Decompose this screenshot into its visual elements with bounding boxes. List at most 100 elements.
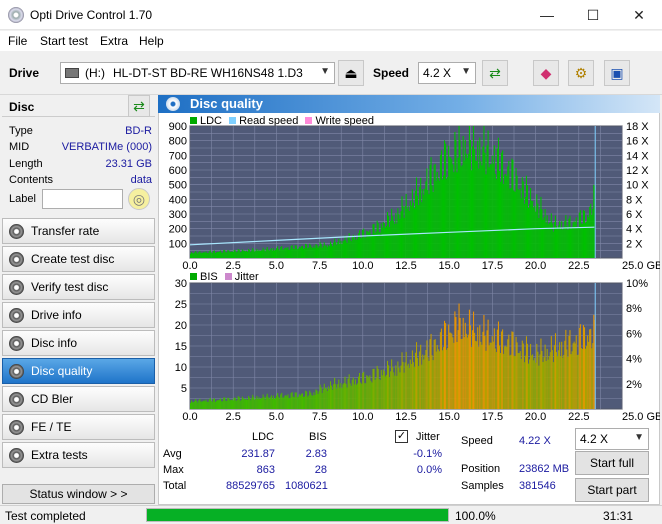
minimize-button[interactable]: —	[524, 0, 570, 30]
ldc-bar	[226, 252, 228, 258]
bis-bar	[580, 347, 582, 409]
bis-bar	[295, 392, 297, 409]
drive-select[interactable]: (H:) HL-DT-ST BD-RE WH16NS48 1.D3 ▼	[60, 62, 335, 84]
bis-bar	[435, 351, 437, 409]
bis-bar	[265, 396, 267, 409]
samples-value: 381546	[519, 480, 556, 492]
refresh-button[interactable]: ⇄	[482, 60, 508, 86]
ldc-bar	[334, 238, 336, 258]
ldc-bar	[414, 190, 417, 258]
bis-bar	[530, 343, 532, 409]
label-disc-button[interactable]: ◎	[128, 188, 150, 210]
bis-bar	[388, 365, 390, 409]
x-tick-label: 2.5	[226, 411, 241, 423]
ldc-bar	[450, 157, 452, 258]
bis-bar	[333, 384, 335, 409]
menu-start-test[interactable]: Start test	[40, 34, 88, 48]
ldc-bar	[474, 149, 476, 258]
ldc-bar	[191, 252, 193, 258]
bis-bar	[434, 339, 436, 409]
gear-icon: ⚙	[574, 64, 588, 81]
nav-disc-quality[interactable]: Disc quality	[2, 358, 155, 384]
ldc-bar	[429, 164, 431, 258]
ldc-bar	[253, 249, 255, 258]
nav-create-test-disc[interactable]: Create test disc	[2, 246, 155, 272]
close-button[interactable]: ✕	[616, 0, 662, 30]
ldc-bar	[483, 126, 485, 258]
status-window-button[interactable]: Status window > >	[2, 484, 155, 504]
bis-bar	[315, 389, 317, 409]
menu-help[interactable]: Help	[139, 34, 164, 48]
ldc-bar	[221, 252, 223, 258]
bis-bar	[416, 342, 418, 409]
speed-stat-label: Speed	[461, 435, 493, 447]
bis-bar	[486, 330, 488, 409]
ldc-bar	[293, 248, 295, 258]
ldc-bar	[456, 172, 458, 258]
maximize-button[interactable]: ☐	[570, 0, 616, 30]
disc-quality-header: Disc quality	[158, 95, 660, 113]
bis-bar	[436, 345, 438, 409]
menu-file[interactable]: File	[8, 34, 27, 48]
bis-bar	[285, 395, 287, 409]
bis-bar	[451, 333, 453, 409]
disc-icon	[9, 224, 24, 239]
bis-bar	[565, 329, 567, 409]
ldc-bar	[582, 209, 584, 258]
ldc-bar	[498, 170, 501, 258]
ldc-bar	[391, 208, 393, 258]
bis-bar	[520, 358, 522, 409]
menu-extra[interactable]: Extra	[100, 34, 128, 48]
ldc-bar	[445, 143, 447, 258]
nav-transfer-rate[interactable]: Transfer rate	[2, 218, 155, 244]
nav-disc-info[interactable]: Disc info	[2, 330, 155, 356]
ldc-bar	[294, 245, 296, 258]
position-label: Position	[461, 463, 501, 475]
test-speed-select[interactable]: 4.2 X ▼	[575, 428, 649, 450]
ldc-bar	[457, 157, 459, 258]
ldc-bar	[520, 198, 522, 258]
nav-verify-test-disc[interactable]: Verify test disc	[2, 274, 155, 300]
disc-label-input[interactable]	[42, 189, 123, 209]
nav-fe-te[interactable]: FE / TE	[2, 414, 155, 440]
bis-bar	[323, 383, 325, 409]
start-full-button[interactable]: Start full	[575, 451, 649, 475]
nav-drive-info[interactable]: Drive info	[2, 302, 155, 328]
x-tick-label: 25.0 GB	[622, 260, 660, 272]
save-button[interactable]: ▣	[604, 60, 630, 86]
x-tick-label: 0.0	[182, 411, 197, 423]
stats-total-key: Total	[163, 480, 187, 492]
y2-tick-label: 4 X	[626, 224, 643, 236]
bis-bar	[316, 390, 318, 409]
speed-select-value: 4.2 X	[423, 66, 452, 80]
nav-cd-bler[interactable]: CD Bler	[2, 386, 155, 412]
bis-bar	[211, 401, 213, 409]
disc-refresh-button[interactable]: ⇄	[128, 95, 150, 117]
bis-bar	[381, 375, 383, 409]
eject-button[interactable]: ⏏	[338, 60, 364, 86]
bis-bar	[494, 348, 496, 409]
ldc-bar	[299, 247, 301, 258]
jitter-checkbox[interactable]: ✓	[395, 430, 408, 443]
bis-bar	[349, 383, 351, 409]
bis-bar	[312, 395, 314, 409]
bis-bar	[561, 341, 563, 409]
bis-bar	[335, 384, 337, 409]
bis-bar	[380, 369, 382, 409]
settings-button[interactable]: ⚙	[568, 60, 594, 86]
ldc-bar	[588, 217, 590, 258]
y2-tick-label: 6 X	[626, 209, 643, 221]
ldc-bar	[593, 184, 595, 258]
speed-select[interactable]: 4.2 X ▼	[418, 62, 476, 84]
bis-bar	[563, 354, 565, 409]
nav-extra-tests[interactable]: Extra tests	[2, 442, 155, 468]
ldc-bar	[369, 230, 371, 258]
ldc-bar	[318, 246, 320, 258]
ldc-bar	[212, 251, 214, 258]
bis-bar	[492, 341, 494, 409]
ldc-bar	[580, 223, 582, 258]
bis-bar	[438, 351, 440, 409]
ldc-bar	[519, 188, 521, 258]
erase-button[interactable]: ◆	[533, 60, 559, 86]
start-part-button[interactable]: Start part	[575, 478, 649, 502]
